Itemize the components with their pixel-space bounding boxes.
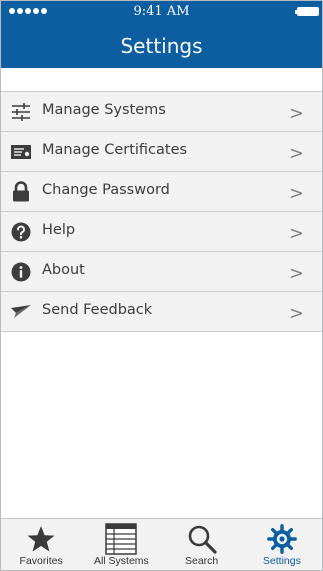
tab-label: Settings	[262, 555, 301, 567]
chevron-right-icon: >	[288, 223, 304, 244]
settings-list: Manage Systems > Manage Certificates > C…	[1, 91, 322, 332]
paper-plane-icon	[10, 301, 32, 323]
sliders-icon	[10, 101, 32, 123]
chevron-right-icon: >	[288, 183, 304, 204]
settings-item-label: Manage Systems	[42, 102, 166, 118]
tab-favorites[interactable]: Favorites	[1, 519, 81, 570]
header-bar: 9:41 AM Settings	[1, 1, 322, 68]
tab-label: Favorites	[19, 555, 63, 567]
status-bar: 9:41 AM	[1, 1, 322, 23]
certificate-icon	[10, 141, 32, 163]
settings-item-label: About	[42, 262, 85, 278]
chevron-right-icon: >	[288, 103, 304, 124]
settings-item-manage-systems[interactable]: Manage Systems >	[1, 92, 322, 132]
star-icon	[1, 523, 81, 555]
settings-item-send-feedback[interactable]: Send Feedback >	[1, 292, 322, 332]
magnifier-icon	[162, 523, 242, 555]
chevron-right-icon: >	[288, 263, 304, 284]
phone-screen: 9:41 AM Settings Manage Systems > Manage…	[0, 0, 323, 571]
tab-bar: Favorites All Systems Search Settings	[1, 518, 322, 570]
tab-label: Search	[184, 555, 219, 567]
chevron-right-icon: >	[288, 303, 304, 324]
chevron-right-icon: >	[288, 143, 304, 164]
tab-search[interactable]: Search	[162, 519, 242, 570]
tab-settings[interactable]: Settings	[242, 519, 322, 570]
gear-icon	[242, 523, 322, 555]
lock-icon	[10, 181, 32, 203]
settings-item-about[interactable]: About >	[1, 252, 322, 292]
tab-all-systems[interactable]: All Systems	[81, 519, 161, 570]
status-time: 9:41 AM	[133, 4, 190, 19]
info-icon	[10, 261, 32, 283]
settings-item-change-password[interactable]: Change Password >	[1, 172, 322, 212]
settings-item-manage-certificates[interactable]: Manage Certificates >	[1, 132, 322, 172]
settings-item-label: Help	[42, 222, 76, 238]
settings-item-label: Send Feedback	[42, 302, 153, 318]
tab-label: All Systems	[93, 555, 149, 567]
page-title: Settings	[120, 34, 203, 58]
settings-item-label: Change Password	[42, 182, 170, 198]
list-icon	[81, 523, 161, 555]
settings-item-help[interactable]: Help >	[1, 212, 322, 252]
battery-icon	[295, 7, 319, 16]
settings-item-label: Manage Certificates	[42, 142, 188, 158]
question-icon	[10, 221, 32, 243]
